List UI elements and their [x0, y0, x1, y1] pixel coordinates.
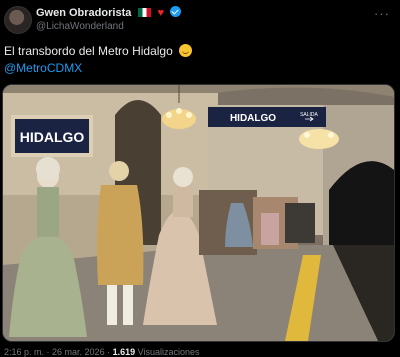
post-text-content: El transbordo del Metro Hidalgo	[4, 44, 173, 58]
author-name[interactable]: Gwen Obradorista	[36, 7, 131, 19]
more-options-button[interactable]: ···	[374, 6, 390, 21]
station-sign-left: HIDALGO	[11, 115, 93, 157]
metro-station-scene: HIDALGO HIDALGO SALIDA	[3, 85, 394, 341]
heart-icon: ♥	[157, 7, 165, 19]
mention-link[interactable]: @MetroCDMX	[4, 61, 82, 75]
person-gold-coat	[97, 185, 144, 285]
sign-left-label: HIDALGO	[20, 129, 85, 145]
post-text: El transbordo del Metro Hidalgo	[4, 44, 193, 58]
verified-badge-icon	[170, 6, 182, 17]
sign-salida-label: SALIDA	[300, 112, 318, 118]
sign-right-label: HIDALGO	[230, 113, 276, 124]
author-line: Gwen Obradorista ♥	[36, 6, 182, 19]
avatar[interactable]	[4, 6, 32, 34]
mexico-flag-icon	[138, 8, 152, 17]
station-sign-right: HIDALGO SALIDA	[208, 107, 326, 127]
post-image[interactable]: HIDALGO HIDALGO SALIDA	[2, 84, 395, 342]
smiling-face-emoji-icon	[179, 44, 193, 57]
author-handle[interactable]: @LichaWonderland	[36, 21, 124, 32]
